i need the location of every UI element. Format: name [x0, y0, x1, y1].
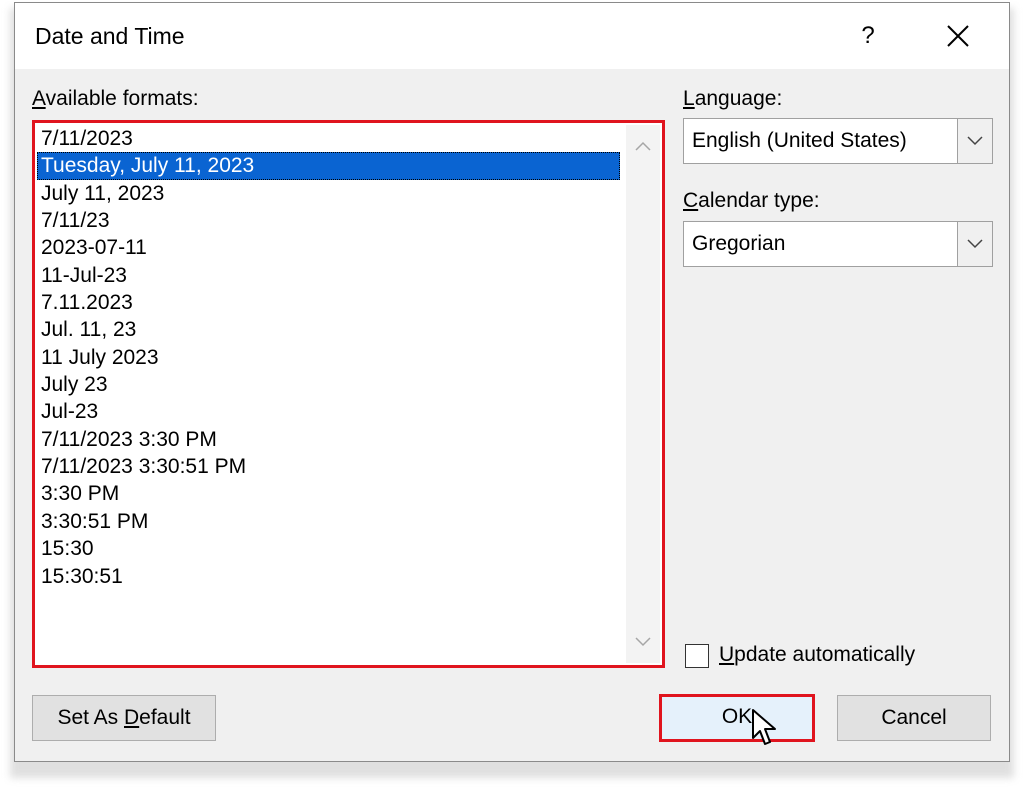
calendar-type-value: Gregorian: [692, 232, 786, 255]
language-label: Language:: [683, 87, 783, 110]
format-list-item[interactable]: Tuesday, July 11, 2023: [37, 152, 620, 180]
available-formats-label: Available formats:: [32, 87, 199, 110]
format-list-item[interactable]: 7/11/23: [37, 207, 620, 234]
format-list-item[interactable]: Jul. 11, 23: [37, 316, 620, 343]
language-select[interactable]: English (United States): [683, 118, 993, 164]
format-list-item[interactable]: July 23: [37, 371, 620, 398]
scroll-up-button[interactable]: [626, 131, 660, 161]
format-list-item[interactable]: Jul-23: [37, 398, 620, 425]
update-automatically-label[interactable]: Update automatically: [719, 643, 915, 667]
date-time-dialog: Date and Time ? Available formats: 7/11/…: [14, 2, 1010, 762]
language-value: English (United States): [692, 129, 907, 152]
calendar-type-select[interactable]: Gregorian: [683, 221, 993, 267]
update-automatically-checkbox[interactable]: [685, 644, 709, 668]
help-icon: ?: [861, 22, 875, 49]
cancel-button[interactable]: Cancel: [837, 695, 991, 741]
formats-list[interactable]: 7/11/2023 Tuesday, July 11, 2023 July 11, …: [37, 125, 620, 663]
chevron-down-icon: [635, 637, 651, 647]
ok-button[interactable]: OK: [659, 694, 815, 742]
formats-listbox[interactable]: 7/11/2023 Tuesday, July 11, 2023 July 11, …: [32, 120, 665, 668]
scroll-down-button[interactable]: [626, 627, 660, 657]
help-button[interactable]: ?: [845, 13, 891, 59]
close-icon: [947, 25, 969, 47]
close-button[interactable]: [935, 13, 981, 59]
calendar-type-label: Calendar type:: [683, 189, 820, 212]
format-list-item[interactable]: 7.11.2023: [37, 289, 620, 316]
language-dropdown-button[interactable]: [957, 119, 992, 163]
chevron-down-icon: [967, 136, 983, 146]
format-list-item[interactable]: 2023-07-11: [37, 234, 620, 261]
format-list-item[interactable]: 7/11/2023 3:30 PM: [37, 426, 620, 453]
calendar-dropdown-button[interactable]: [957, 222, 992, 266]
format-list-item[interactable]: 15:30: [37, 535, 620, 562]
format-list-item[interactable]: 11 July 2023: [37, 344, 620, 371]
formats-scrollbar[interactable]: [626, 125, 660, 663]
format-list-item[interactable]: 7/11/2023: [37, 125, 620, 152]
format-list-item[interactable]: 3:30 PM: [37, 480, 620, 507]
format-list-item[interactable]: 7/11/2023 3:30:51 PM: [37, 453, 620, 480]
set-as-default-button[interactable]: Set As Default: [32, 695, 216, 741]
chevron-down-icon: [967, 239, 983, 249]
format-list-item[interactable]: 15:30:51: [37, 563, 620, 590]
title-bar: Date and Time ?: [15, 3, 1009, 69]
format-list-item[interactable]: July 11, 2023: [37, 180, 620, 207]
format-list-item[interactable]: 3:30:51 PM: [37, 508, 620, 535]
mouse-cursor-icon: [752, 709, 776, 745]
dialog-title: Date and Time: [35, 23, 185, 49]
format-list-item[interactable]: 11-Jul-23: [37, 262, 620, 289]
chevron-up-icon: [635, 141, 651, 151]
